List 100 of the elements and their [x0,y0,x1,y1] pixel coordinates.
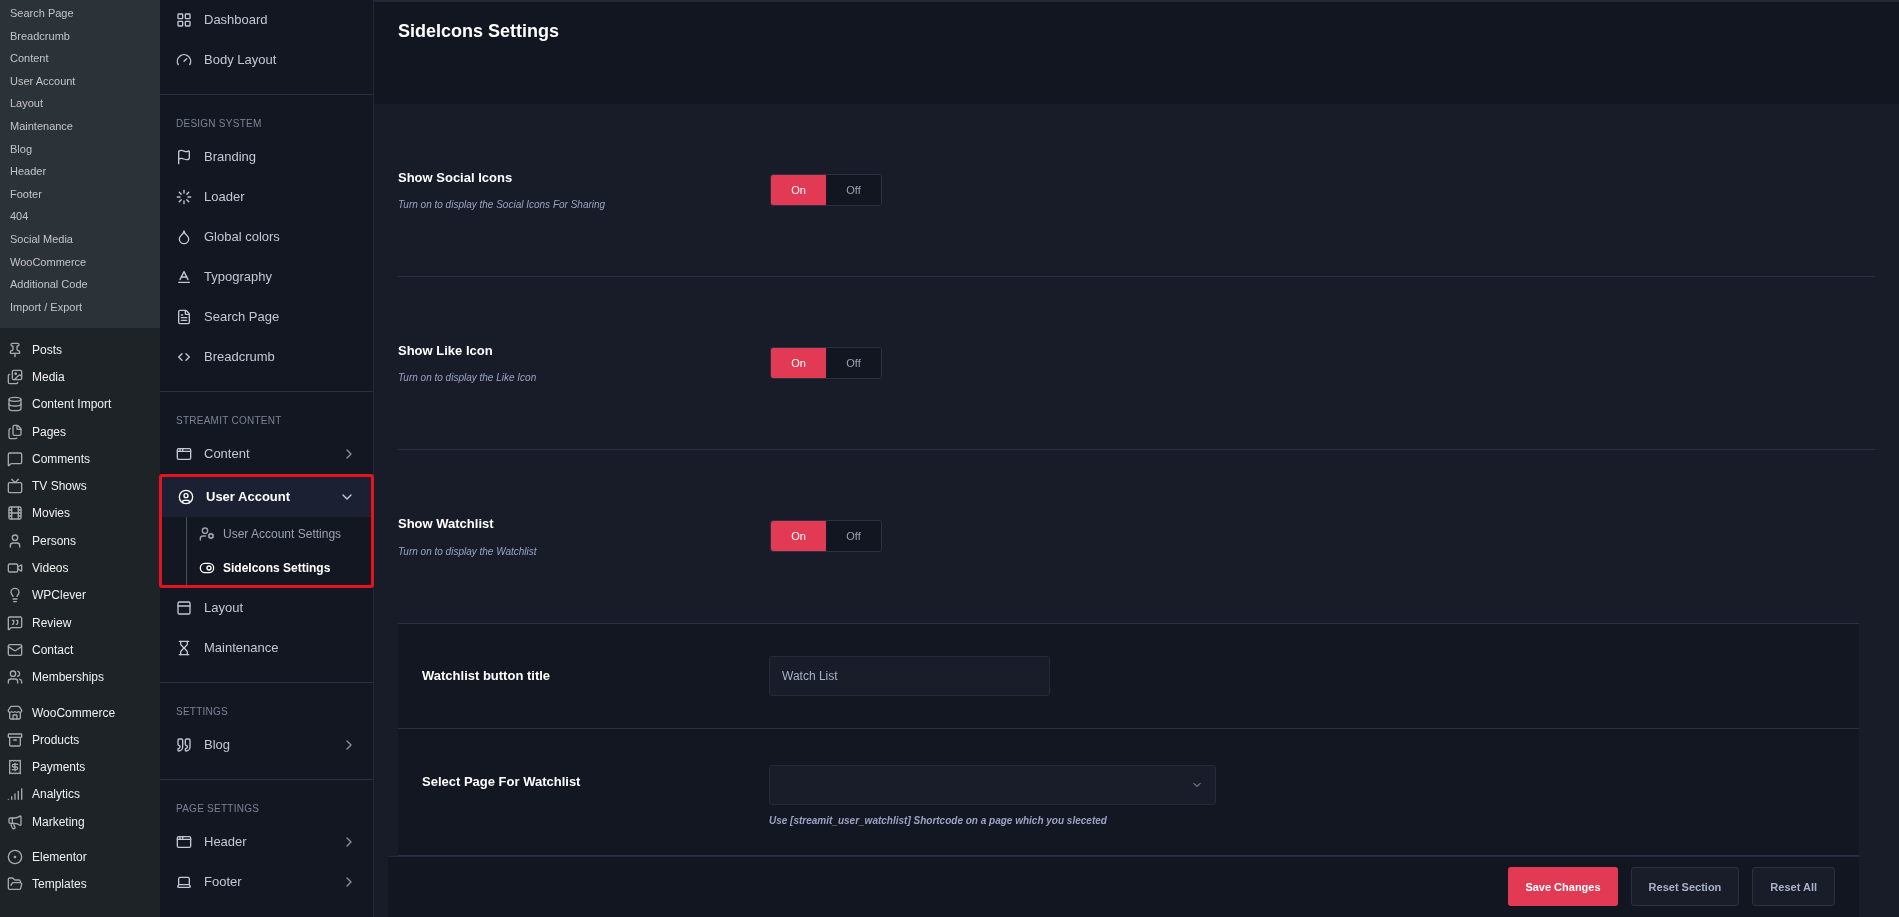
submenu-link[interactable]: 404 [0,205,160,228]
nav-item[interactable]: Breadcrumb [160,337,373,377]
nav-item[interactable]: Content [160,434,373,474]
setting-description: Turn on to display the Like Icon [398,371,538,386]
store-icon [7,704,23,721]
submenu-link[interactable]: WooCommerce [0,250,160,274]
layout-icon [176,600,192,616]
page-title: SideIcons Settings [398,20,561,43]
submenu-link[interactable]: Search Page [0,2,160,25]
help-text: Use [streamit_user_watchlist] Shortcode on a page which you sleceted [769,813,1108,828]
document-icon [176,309,192,325]
group-icon [7,669,23,686]
lightbulb-icon [7,587,23,604]
submenu-link[interactable]: Layout [0,92,160,115]
comment-icon [7,450,23,467]
nav-subitem[interactable]: SideIcons Settings [187,551,371,585]
user-circle-icon [178,489,194,505]
window-icon [176,446,192,462]
flag-icon [176,149,192,165]
nav-item[interactable]: Body Layout [160,40,373,80]
nav-item[interactable]: Dashboard [160,0,373,40]
off-option[interactable]: Off [826,521,881,552]
submenu-link[interactable]: Social Media [0,227,160,251]
nav-subitem[interactable]: User Account Settings [187,517,371,551]
menu-item[interactable]: Memberships [0,663,160,691]
menu-item[interactable]: Videos [0,554,160,582]
menu-item[interactable]: WooCommerce [0,698,160,727]
speech-bubble-icon [7,614,23,631]
envelope-icon [7,641,23,658]
menu-item[interactable]: Review [0,608,160,637]
on-off-switch[interactable]: On Off [770,520,882,553]
laptop-icon [176,874,192,890]
menu-item[interactable]: Pages [0,417,160,446]
setting-label: Watchlist button title [422,667,552,686]
nav-item[interactable]: User Account [162,477,371,517]
nav-item[interactable]: Maintenance [160,628,373,668]
bar-chart-icon [7,786,23,803]
submenu-link[interactable]: Content [0,47,160,70]
menu-item[interactable]: Templates [0,870,160,898]
off-option[interactable]: Off [826,174,881,205]
menu-item[interactable]: Analytics [0,780,160,809]
hourglass-icon [176,640,192,656]
nav-item[interactable]: Blog [160,725,373,765]
pin-icon [7,341,23,358]
submenu-link[interactable]: Import / Export [0,295,160,319]
user-gear-icon [199,526,215,542]
menu-item[interactable]: Posts [0,336,160,364]
submenu-link[interactable]: Blog [0,137,160,161]
nav-item[interactable]: Global colors [160,217,373,257]
circle-logo-icon [7,849,23,865]
section-heading: SETTINGS [175,704,229,719]
on-off-switch[interactable]: On Off [770,173,882,206]
submenu-link[interactable]: Footer [0,182,160,206]
drop-icon [176,229,192,245]
off-option[interactable]: Off [826,347,881,378]
menu-item[interactable]: Contact [0,636,160,664]
film-icon [7,505,23,522]
gauge-icon [176,52,192,68]
on-option[interactable]: On [771,521,826,552]
select-dropdown[interactable] [769,764,1216,805]
menu-item[interactable]: WPClever [0,581,160,609]
nav-item[interactable]: Typography [160,257,373,297]
reset-button[interactable]: Reset All [1752,867,1835,907]
person-icon [7,532,23,549]
menu-item[interactable]: Payments [0,753,160,781]
nav-item[interactable]: Loader [160,177,373,217]
menu-item[interactable]: Persons [0,527,160,555]
menu-item[interactable]: Elementor [0,843,160,871]
reset-button[interactable]: Reset Section [1630,867,1740,907]
nav-item[interactable]: Search Page [160,297,373,337]
nav-item[interactable]: Branding [160,137,373,177]
save-button[interactable]: Save Changes [1508,867,1618,907]
setting-label: Show Watchlist [398,515,495,534]
submenu-link[interactable]: Additional Code [0,273,160,296]
submenu-link[interactable]: Maintenance [0,114,160,138]
submenu-link[interactable]: Header [0,160,160,183]
on-off-switch[interactable]: On Off [770,346,882,379]
on-option[interactable]: On [771,347,826,378]
menu-item[interactable]: Content Import [0,390,160,418]
on-option[interactable]: On [771,174,826,205]
toggle-icon [199,560,215,576]
setting-description: Turn on to display the Social Icons For Sharing [398,198,607,213]
section-heading: PAGE SETTINGS [175,801,261,816]
text-field[interactable]: Watch List [769,655,1050,696]
nav-item[interactable]: Footer [160,862,373,902]
database-icon [7,396,23,413]
menu-item[interactable]: Comments [0,445,160,473]
menu-item[interactable]: Marketing [0,808,160,836]
section-heading: DESIGN SYSTEM [175,116,263,131]
menu-item[interactable]: Products [0,726,160,754]
nav-item[interactable]: Header [160,822,373,862]
menu-item[interactable]: Movies [0,499,160,528]
nav-item[interactable]: Layout [160,588,373,628]
submenu-link[interactable]: Breadcrumb [0,24,160,48]
menu-item[interactable]: TV Shows [0,472,160,500]
dashboard-icon [176,12,192,28]
menu-item[interactable]: Media [0,363,160,391]
video-camera-icon [7,560,23,576]
megaphone-icon [7,813,23,830]
submenu-link[interactable]: User Account [0,69,160,93]
